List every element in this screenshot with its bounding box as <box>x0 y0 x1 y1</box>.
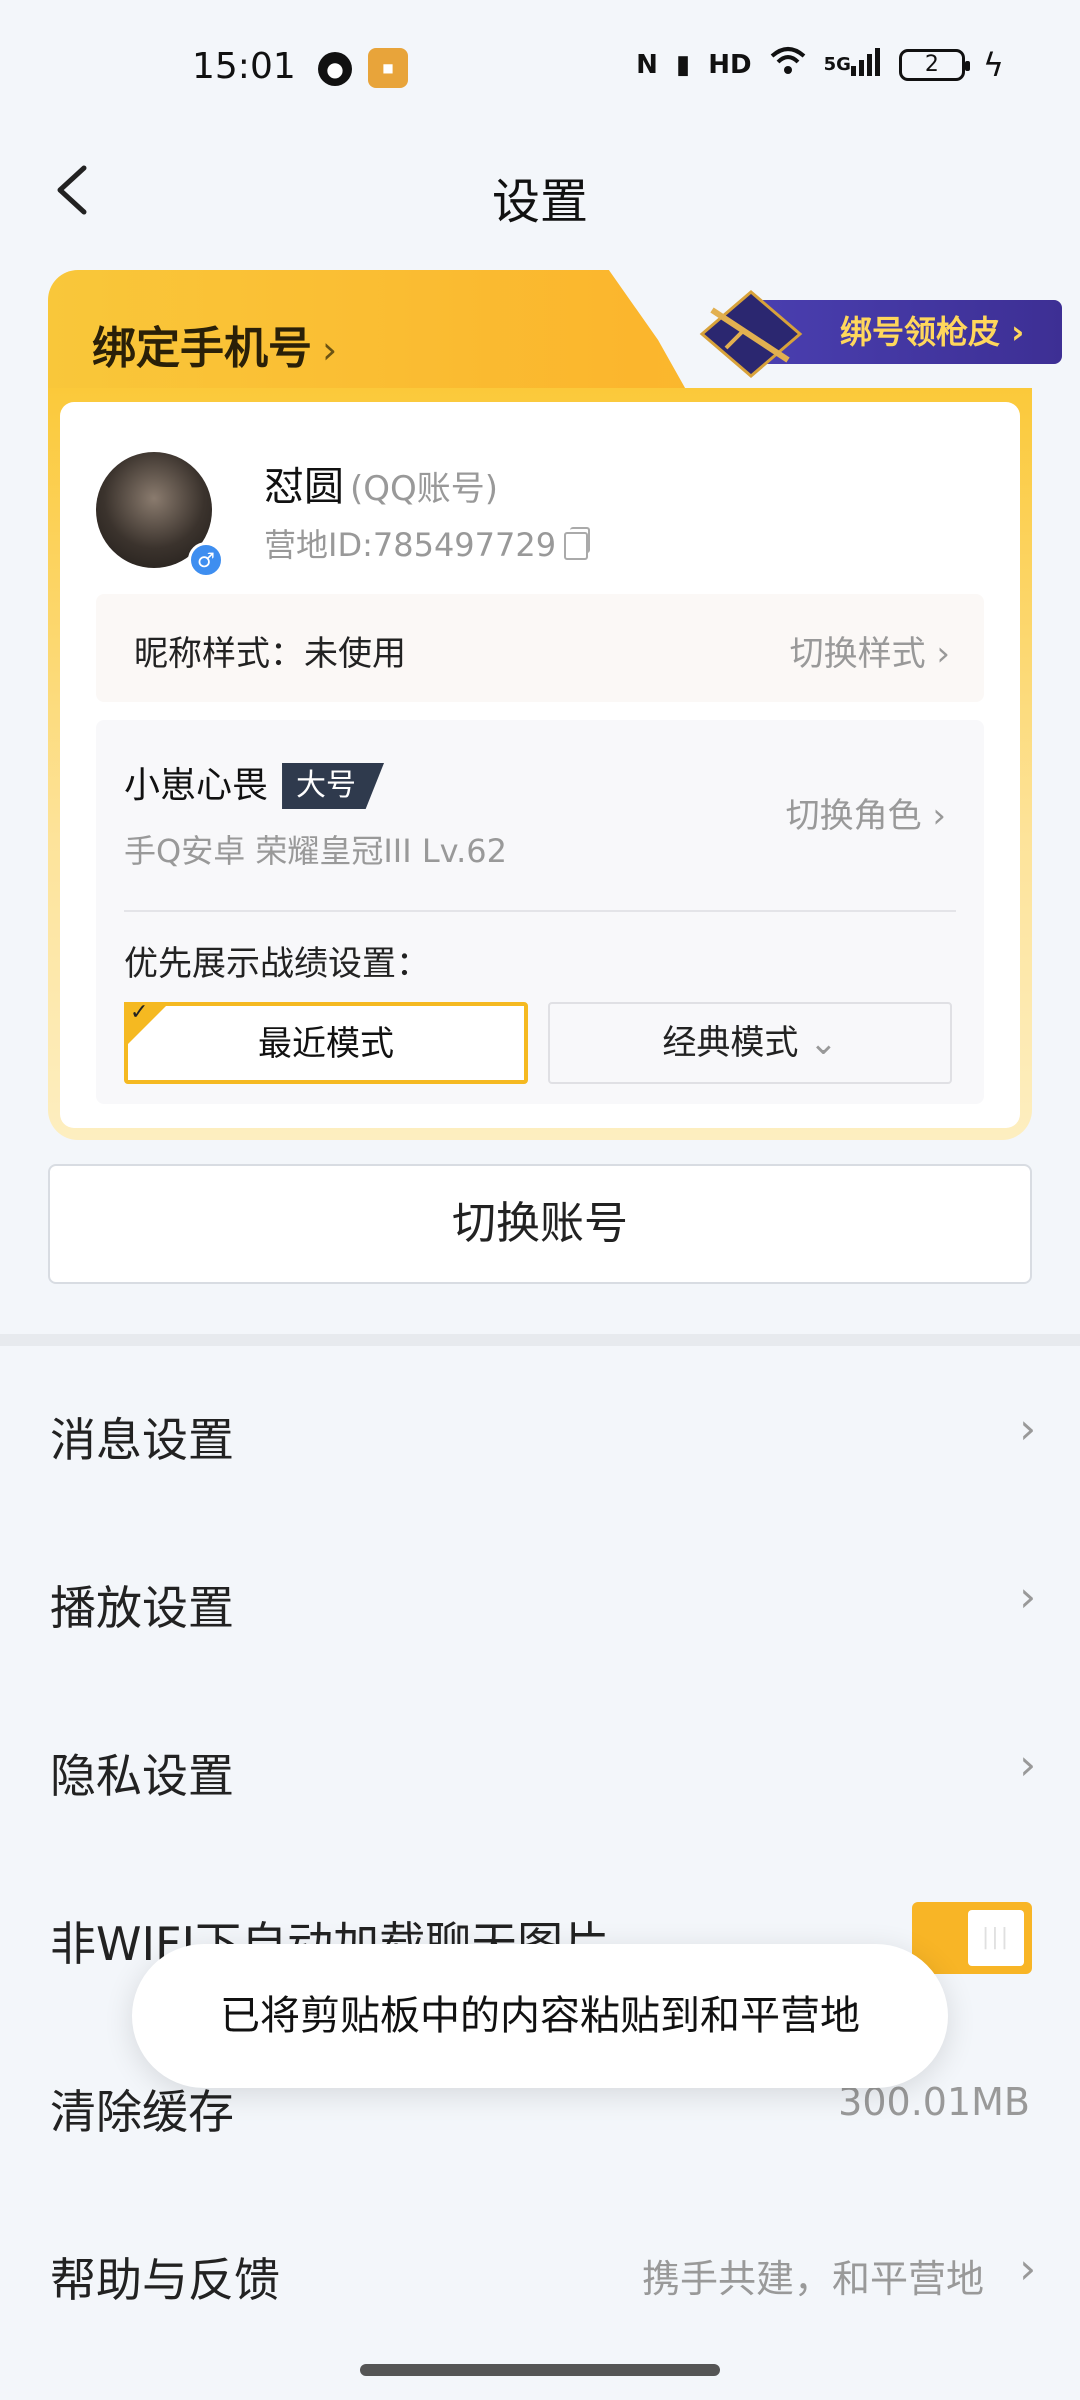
main-account-badge: 大号 <box>282 763 385 809</box>
nickname-style-label: 昵称样式：未使用 <box>134 634 406 674</box>
priority-display-label: 优先展示战绩设置： <box>124 944 430 984</box>
privacy-settings-label: 隐私设置 <box>50 1749 234 1803</box>
classic-mode-label: 经典模式 <box>662 1023 799 1063</box>
chevron-right-icon: › <box>1019 1572 1036 1621</box>
help-feedback-label: 帮助与反馈 <box>50 2253 280 2307</box>
role-info: 手Q安卓 荣耀皇冠III Lv.62 <box>124 832 508 870</box>
help-feedback-row[interactable]: 帮助与反馈 携手共建，和平营地 › <box>0 2186 1080 2354</box>
playback-settings-row[interactable]: 播放设置 › <box>0 1514 1080 1682</box>
auto-load-images-toggle[interactable]: ||| <box>912 1902 1032 1974</box>
charging-icon: ϟ <box>982 46 1004 84</box>
status-bar: 15:01 ● ■ N ▮ HD 5G 2 ϟ <box>0 0 1080 130</box>
copy-icon[interactable] <box>564 527 591 560</box>
account-type: (QQ账号) <box>350 469 499 509</box>
status-icons: N ▮ HD 5G 2 ϟ <box>636 46 1004 84</box>
chevron-right-icon: › <box>1019 1740 1036 1789</box>
chevron-right-icon: › <box>1011 313 1025 351</box>
role-name-text: 小崽心畏 <box>124 765 269 806</box>
nickname-style-row[interactable]: 昵称样式：未使用 切换样式 › <box>96 594 984 702</box>
top-nav-bar: 设置 <box>0 140 1080 240</box>
status-time: 15:01 <box>192 46 296 87</box>
user-id-text: 营地ID:785497729 <box>264 526 557 564</box>
wifi-icon <box>770 46 806 84</box>
privacy-settings-row[interactable]: 隐私设置 › <box>0 1682 1080 1850</box>
message-settings-label: 消息设置 <box>50 1413 234 1467</box>
switch-account-button[interactable]: 切换账号 <box>48 1164 1032 1284</box>
male-gender-icon: ♂ <box>188 542 224 578</box>
section-divider <box>0 1334 1080 1346</box>
user-name: 怼圆 (QQ账号) <box>264 454 498 512</box>
toggle-knob: ||| <box>968 1910 1024 1966</box>
bind-phone-label: 绑定手机号 <box>92 323 312 374</box>
game-app-icon: ■ <box>368 48 408 88</box>
clipboard-toast: 已将剪贴板中的内容粘贴到和平营地 <box>132 1944 948 2088</box>
bind-reward-label: 绑号领枪皮 <box>840 313 1001 351</box>
hd-icon: HD <box>708 50 752 80</box>
game-role-box: 小崽心畏 大号 手Q安卓 荣耀皇冠III Lv.62 切换角色 › 优先展示战绩设… <box>96 720 984 1104</box>
network-type-label: 5G <box>823 54 851 75</box>
message-settings-row[interactable]: 消息设置 › <box>0 1346 1080 1514</box>
account-card: 绑定手机号 › 绑号领枪皮 › ♂ 怼圆 (QQ账号) 营地ID:785497729… <box>48 270 1062 1140</box>
switch-role-button[interactable]: 切换角色 › <box>786 788 946 837</box>
help-feedback-value: 携手共建，和平营地 <box>641 2257 984 2301</box>
checkmark-icon: ✓ <box>130 1000 149 1025</box>
chevron-right-icon: › <box>932 796 946 836</box>
user-id: 营地ID:785497729 <box>264 520 591 566</box>
app-notification-icon: ● <box>318 52 352 86</box>
role-name: 小崽心畏 大号 <box>124 756 385 809</box>
user-name-text: 怼圆 <box>264 464 344 510</box>
switch-style-button[interactable]: 切换样式 › <box>790 626 950 675</box>
signal-5g-icon: 5G <box>824 46 881 84</box>
chevron-right-icon: › <box>1019 2244 1036 2293</box>
vibrate-icon: ▮ <box>675 50 691 80</box>
switch-role-label: 切换角色 <box>785 796 922 836</box>
battery-icon: 2 <box>898 49 970 81</box>
bind-phone-link[interactable]: 绑定手机号 › <box>92 312 337 376</box>
chevron-right-icon: › <box>1019 1404 1036 1453</box>
gun-skin-icon <box>699 290 803 378</box>
account-info-panel: ♂ 怼圆 (QQ账号) 营地ID:785497729 昵称样式：未使用 切换样式 … <box>60 402 1020 1128</box>
classic-mode-dropdown[interactable]: 经典模式 ⌄ <box>548 1002 952 1084</box>
recent-mode-label: 最近模式 <box>258 1024 394 1064</box>
divider <box>124 910 956 912</box>
recent-mode-button[interactable]: ✓ 最近模式 <box>124 1000 528 1084</box>
chevron-right-icon: › <box>936 634 950 674</box>
playback-settings-label: 播放设置 <box>50 1581 234 1635</box>
chevron-down-icon: ⌄ <box>809 1023 838 1063</box>
nfc-icon: N <box>636 50 658 80</box>
chevron-right-icon: › <box>322 328 338 372</box>
home-indicator[interactable] <box>360 2364 720 2376</box>
switch-style-label: 切换样式 <box>789 634 926 674</box>
page-title: 设置 <box>491 174 588 230</box>
